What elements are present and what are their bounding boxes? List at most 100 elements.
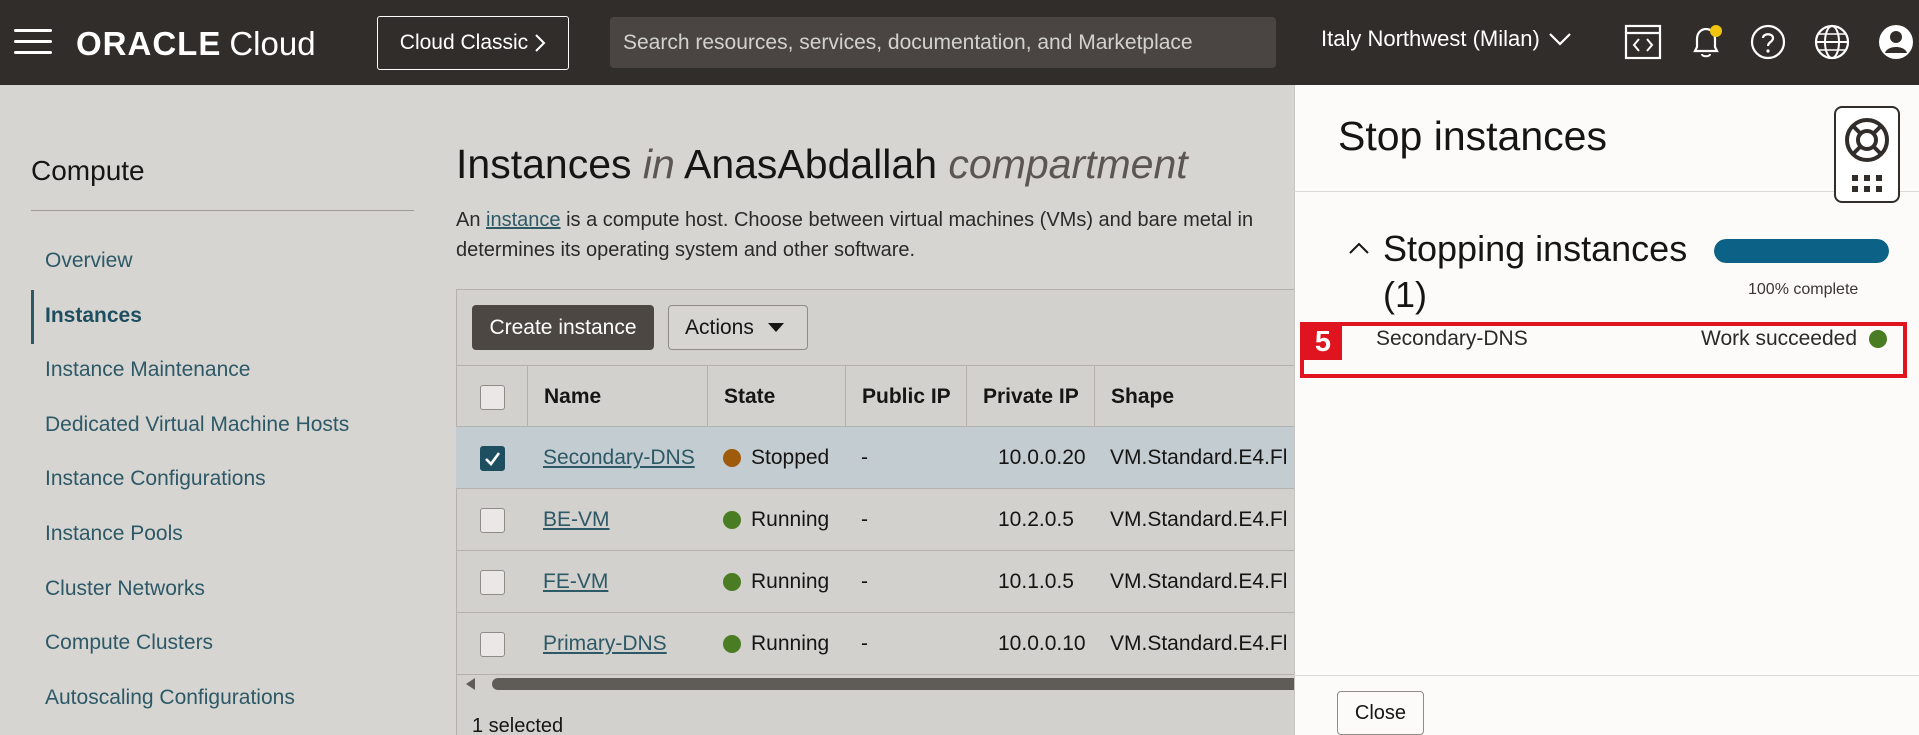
column-header-name[interactable]: Name [527, 366, 707, 428]
row-checkbox[interactable] [480, 446, 505, 471]
sidebar-item-overview[interactable]: Overview [45, 249, 133, 273]
title-compartment-name: AnasAbdallah [683, 141, 937, 187]
cloud-classic-button[interactable]: Cloud Classic [377, 16, 569, 70]
state-cell: Running [707, 551, 829, 613]
bell-icon[interactable] [1686, 22, 1726, 62]
chevron-up-icon[interactable] [1348, 241, 1370, 255]
menu-icon[interactable] [14, 29, 52, 55]
search-input[interactable]: Search resources, services, documentatio… [610, 17, 1276, 68]
progress-label: 100% complete [1748, 281, 1859, 298]
chevron-down-icon [1549, 33, 1571, 46]
close-button[interactable]: Close [1337, 691, 1424, 735]
private-ip-cell: 10.0.0.20 [998, 446, 1086, 469]
table-row[interactable]: Primary-DNS Running - 10.0.0.10 VM.Stand… [456, 613, 1296, 675]
chevron-right-icon [535, 34, 546, 52]
actions-dropdown[interactable]: Actions [668, 305, 808, 350]
page-description: An instance is a compute host. Choose be… [456, 205, 1296, 265]
sidebar-item-instance-maintenance[interactable]: Instance Maintenance [45, 358, 250, 382]
work-item-name: Secondary-DNS [1376, 327, 1528, 350]
sidebar-item-instance-configurations[interactable]: Instance Configurations [45, 467, 266, 491]
logo-product: Cloud [229, 25, 316, 62]
stopped-status-dot [723, 449, 741, 467]
state-cell: Running [707, 613, 829, 675]
globe-icon[interactable] [1812, 22, 1852, 62]
sidebar-active-indicator [31, 290, 34, 344]
desc-prefix: An [456, 209, 481, 231]
scroll-left-icon[interactable] [466, 678, 475, 690]
work-item-status: Work succeeded [1701, 327, 1888, 351]
title-instances: Instances [456, 141, 632, 187]
sidebar-title: Compute [31, 155, 145, 186]
name-cell: Primary-DNS [527, 613, 667, 675]
search-placeholder: Search resources, services, documentatio… [623, 30, 1193, 54]
name-cell: FE-VM [527, 551, 608, 613]
public-ip-cell: - [861, 508, 868, 531]
column-header-public-ip[interactable]: Public IP [845, 366, 966, 428]
sidebar-item-autoscaling-configurations[interactable]: Autoscaling Configurations [45, 686, 295, 710]
drawer-title: Stop instances [1338, 113, 1607, 159]
state-text: Running [751, 570, 830, 593]
public-ip-cell: - [861, 446, 868, 469]
sidebar-divider [31, 210, 414, 211]
row-checkbox[interactable] [480, 570, 505, 595]
instance-name-link[interactable]: Primary-DNS [543, 632, 667, 656]
succeeded-status-dot [1869, 330, 1888, 348]
desc-line2: determines its operating system and othe… [456, 239, 916, 261]
lifebuoy-icon [1845, 118, 1889, 192]
column-header-private-ip[interactable]: Private IP [966, 366, 1094, 428]
drawer-divider [1294, 191, 1919, 192]
sidebar-item-instances[interactable]: Instances [45, 304, 142, 328]
work-status-text: Work succeeded [1701, 327, 1858, 350]
instance-name-link[interactable]: BE-VM [543, 508, 610, 532]
title-compartment-word: compartment [948, 141, 1188, 187]
running-status-dot [723, 511, 741, 529]
table-header: Name State Public IP Private IP Shape [456, 365, 1296, 428]
state-cell: Stopped [707, 427, 829, 489]
title-in: in [642, 141, 675, 187]
progress-bar-fill [1714, 239, 1889, 263]
region-label: Italy Northwest (Milan) [1321, 26, 1540, 51]
stop-instances-drawer [1294, 85, 1919, 735]
actions-label: Actions [685, 315, 754, 339]
instance-name-link[interactable]: Secondary-DNS [543, 446, 695, 470]
sidebar-item-cluster-networks[interactable]: Cluster Networks [45, 577, 205, 601]
logo-brand: ORACLE [76, 25, 222, 62]
column-header-state[interactable]: State [707, 366, 845, 428]
instance-link[interactable]: instance [486, 209, 561, 231]
table-row[interactable]: BE-VM Running - 10.2.0.5 VM.Standard.E4.… [456, 489, 1296, 551]
private-ip-cell: 10.0.0.10 [998, 632, 1086, 655]
horizontal-scrollbar[interactable] [466, 678, 1302, 690]
sidebar-item-dedicated-vm-hosts[interactable]: Dedicated Virtual Machine Hosts [45, 413, 349, 437]
table-row[interactable]: Secondary-DNS Stopped - 10.0.0.20 VM.Sta… [456, 427, 1296, 489]
selected-count: 1 selected [472, 715, 564, 735]
shape-cell: VM.Standard.E4.Fl [1110, 446, 1288, 469]
instance-name-link[interactable]: FE-VM [543, 570, 608, 594]
desc-line1: is a compute host. Choose between virtua… [566, 209, 1254, 231]
cloud-classic-label: Cloud Classic [399, 31, 529, 54]
check-icon [485, 452, 501, 466]
select-all-checkbox[interactable] [480, 385, 505, 410]
name-cell: Secondary-DNS [527, 427, 695, 489]
scrollbar-thumb[interactable] [492, 678, 1302, 690]
sidebar-item-instance-pools[interactable]: Instance Pools [45, 522, 183, 546]
region-selector[interactable]: Italy Northwest (Milan) [1321, 26, 1572, 52]
help-icon[interactable] [1748, 22, 1788, 62]
row-checkbox[interactable] [480, 508, 505, 533]
code-editor-icon[interactable] [1623, 22, 1663, 62]
column-header-shape[interactable]: Shape [1094, 366, 1296, 428]
public-ip-cell: - [861, 570, 868, 593]
page-title: Instances in AnasAbdallah compartment [456, 141, 1188, 188]
create-instance-button[interactable]: Create instance [472, 305, 654, 350]
caret-down-icon [767, 323, 784, 332]
user-icon[interactable] [1876, 22, 1916, 62]
state-text: Stopped [751, 446, 830, 469]
row-checkbox[interactable] [480, 632, 505, 657]
public-ip-cell: - [861, 632, 868, 655]
shape-cell: VM.Standard.E4.Fl [1110, 632, 1288, 655]
running-status-dot [723, 635, 741, 653]
oracle-cloud-logo[interactable]: ORACLE Cloud [76, 25, 316, 65]
running-status-dot [723, 573, 741, 591]
help-widget[interactable] [1834, 106, 1900, 203]
sidebar-item-compute-clusters[interactable]: Compute Clusters [45, 631, 213, 655]
table-row[interactable]: FE-VM Running - 10.1.0.5 VM.Standard.E4.… [456, 551, 1296, 613]
